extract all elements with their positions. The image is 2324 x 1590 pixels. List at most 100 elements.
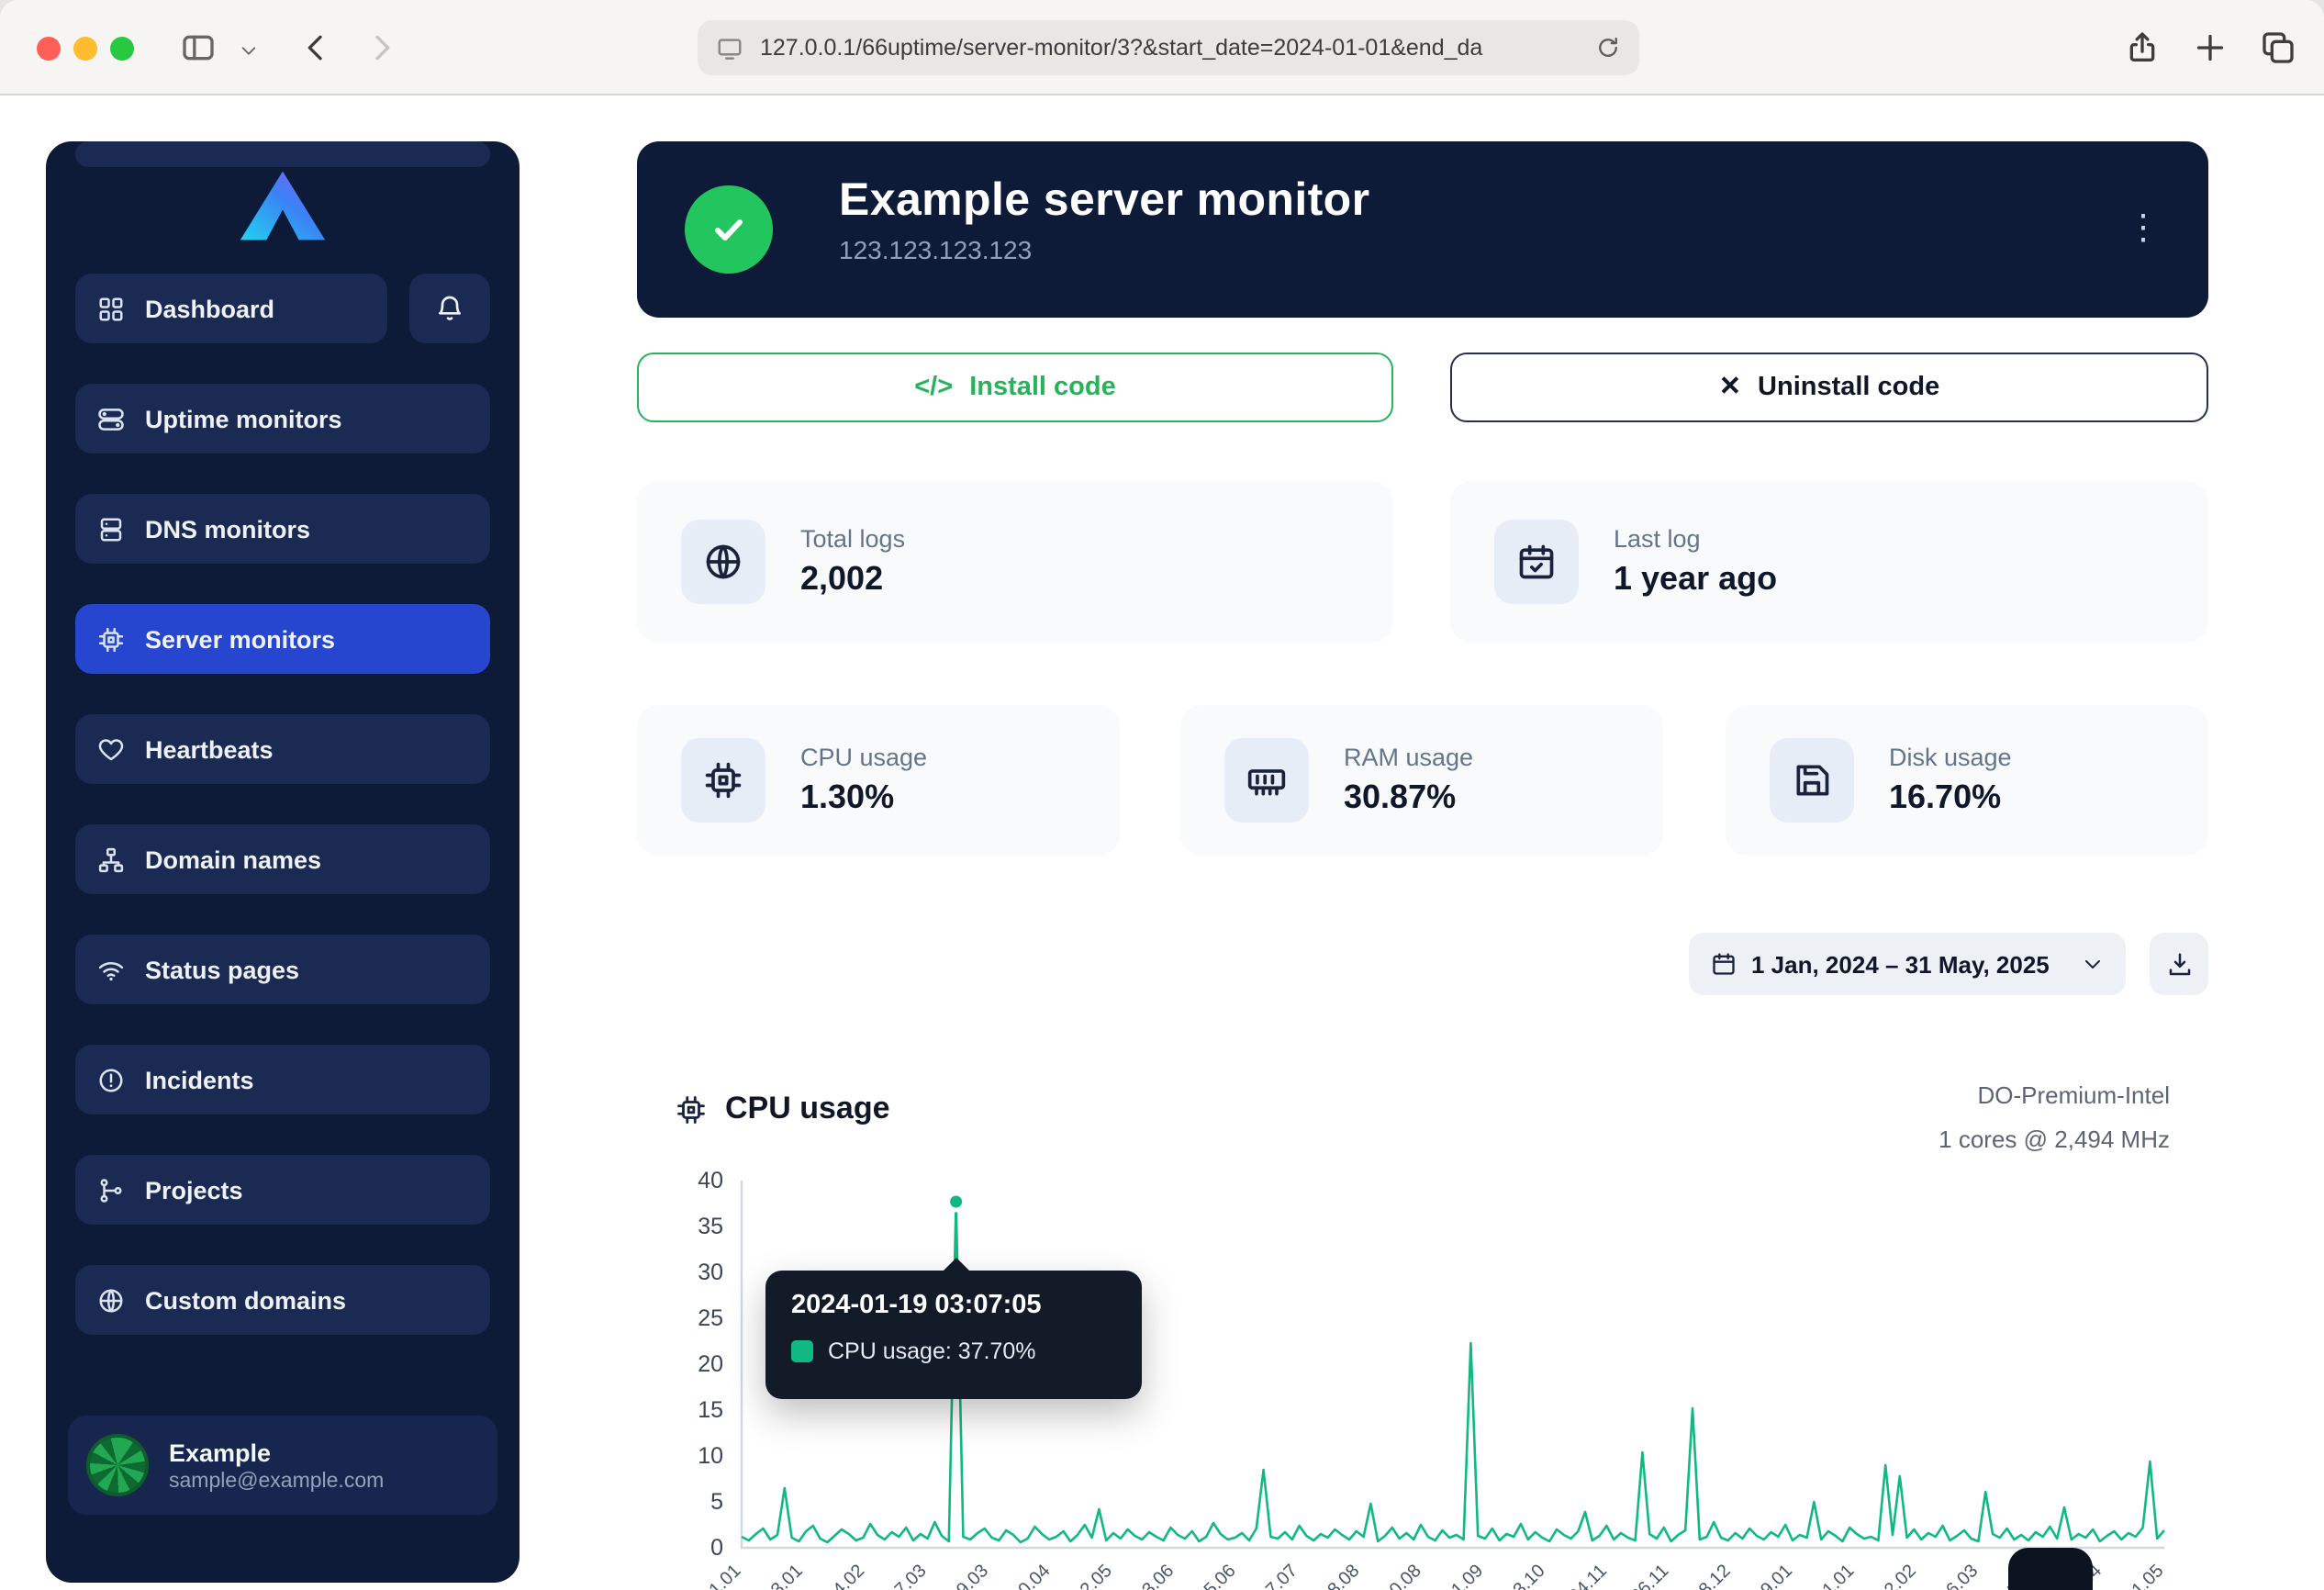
cpu-icon	[676, 1093, 707, 1125]
sidebar-toggle-icon[interactable]	[180, 29, 217, 66]
server-info: DO-Premium-Intel 1 cores @ 2,494 MHz	[1939, 1074, 2170, 1162]
chevron-down-icon[interactable]	[239, 40, 259, 61]
grid-icon	[97, 295, 125, 322]
sidebar-item-heartbeats[interactable]: Heartbeats	[75, 714, 490, 784]
minimize-window-button[interactable]	[73, 36, 97, 60]
sidebar-item-label: Heartbeats	[145, 735, 274, 763]
back-icon[interactable]	[297, 29, 334, 66]
cpu-icon	[681, 738, 765, 823]
stat-value: 1.30%	[800, 778, 927, 817]
install-code-button[interactable]: </> Install code	[637, 353, 1393, 422]
svg-text:22.02: 22.02	[1873, 1561, 1920, 1590]
date-range-label: 1 Jan, 2024 – 31 May, 2025	[1751, 950, 2050, 978]
sidebar-item-server-monitors[interactable]: Server monitors	[75, 604, 490, 674]
sidebar-item-partial	[75, 141, 490, 167]
page-title: Example server monitor	[839, 174, 1370, 228]
kebab-menu-icon[interactable]: ⋮	[2118, 204, 2168, 253]
stat-value: 2,002	[800, 560, 905, 599]
user-card[interactable]: Example sample@example.com	[68, 1416, 497, 1515]
sidebar-item-label: Dashboard	[145, 295, 274, 322]
heart-icon	[97, 735, 125, 763]
svg-text:25: 25	[698, 1305, 723, 1331]
sidebar-item-projects[interactable]: Projects	[75, 1155, 490, 1225]
svg-text:23.01: 23.01	[760, 1561, 807, 1590]
disk-usage-card: Disk usage 16.70%	[1726, 705, 2208, 856]
sidebar-item-label: Uptime monitors	[145, 405, 342, 432]
svg-text:35: 35	[698, 1214, 723, 1239]
globe-icon	[97, 1286, 125, 1314]
browser-chrome: 127.0.0.1/66uptime/server-monitor/3?&sta…	[0, 0, 2324, 95]
download-icon	[2165, 950, 2193, 978]
sitemap-icon	[97, 845, 125, 873]
server-name: DO-Premium-Intel	[1939, 1074, 2170, 1118]
sidebar-item-dns-monitors[interactable]: DNS monitors	[75, 494, 490, 564]
svg-text:31.01: 31.01	[1812, 1561, 1859, 1590]
notifications-button[interactable]	[409, 274, 490, 343]
tooltip-value: CPU usage: 37.70%	[828, 1338, 1036, 1364]
wifi-icon	[97, 956, 125, 983]
sidebar-item-label: Domain names	[145, 845, 321, 873]
stat-label: Disk usage	[1889, 744, 2012, 771]
calendar-check-icon	[1494, 520, 1579, 604]
last-log-card: Last log 1 year ago	[1450, 481, 2208, 643]
chart-tooltip: 2024-01-19 03:07:05 CPU usage: 37.70%	[765, 1271, 1142, 1399]
reload-icon[interactable]	[1595, 35, 1621, 61]
floating-action-button[interactable]	[2008, 1548, 2093, 1590]
server-cpu-spec: 1 cores @ 2,494 MHz	[1939, 1118, 2170, 1162]
forward-icon[interactable]	[363, 29, 400, 66]
svg-text:10: 10	[698, 1443, 723, 1469]
svg-text:04.11: 04.11	[1565, 1561, 1611, 1590]
dashboard-row: Dashboard	[75, 274, 490, 343]
svg-text:08.08: 08.08	[1316, 1561, 1363, 1590]
sidebar-item-label: Incidents	[145, 1066, 254, 1093]
svg-text:20.04: 20.04	[1008, 1561, 1055, 1590]
svg-text:18.12: 18.12	[1688, 1561, 1735, 1590]
svg-text:25.06: 25.06	[1193, 1561, 1240, 1590]
tab-overview-icon[interactable]	[2260, 29, 2296, 66]
toggles-icon	[97, 405, 125, 432]
svg-text:03.06: 03.06	[1131, 1561, 1178, 1590]
user-name: Example	[169, 1439, 384, 1466]
stat-value: 1 year ago	[1614, 560, 1777, 599]
share-icon[interactable]	[2124, 29, 2161, 66]
download-report-button[interactable]	[2150, 933, 2208, 995]
uninstall-code-button[interactable]: ✕ Uninstall code	[1450, 353, 2208, 422]
svg-text:20: 20	[698, 1351, 723, 1377]
app-logo	[233, 165, 332, 246]
sidebar-item-custom-domains[interactable]: Custom domains	[75, 1265, 490, 1335]
sidebar-item-incidents[interactable]: Incidents	[75, 1045, 490, 1114]
sidebar-item-uptime-monitors[interactable]: Uptime monitors	[75, 384, 490, 453]
sidebar-item-label: Projects	[145, 1176, 243, 1204]
calendar-icon	[1711, 951, 1737, 977]
sidebar-item-status-pages[interactable]: Status pages	[75, 935, 490, 1004]
stat-label: Total logs	[800, 525, 905, 553]
sidebar: Dashboard Uptime monitors DNS monitors Ser…	[46, 141, 520, 1583]
svg-text:15: 15	[698, 1397, 723, 1423]
series-color-swatch	[791, 1340, 813, 1362]
chart-title: CPU usage	[676, 1091, 890, 1127]
svg-text:30.08: 30.08	[1379, 1561, 1425, 1590]
date-range-picker[interactable]: 1 Jan, 2024 – 31 May, 2025	[1689, 933, 2126, 995]
sidebar-menu: Dashboard Uptime monitors DNS monitors Ser…	[46, 274, 520, 1335]
sidebar-item-label: Server monitors	[145, 625, 335, 653]
url-text[interactable]: 127.0.0.1/66uptime/server-monitor/3?&sta…	[760, 35, 1581, 61]
total-logs-card: Total logs 2,002	[637, 481, 1393, 643]
cpu-icon	[97, 625, 125, 653]
sidebar-item-label: Status pages	[145, 956, 299, 983]
svg-text:0: 0	[710, 1535, 723, 1561]
bell-icon	[435, 294, 464, 323]
sidebar-item-dashboard[interactable]: Dashboard	[75, 274, 387, 343]
address-bar[interactable]: 127.0.0.1/66uptime/server-monitor/3?&sta…	[698, 20, 1639, 75]
svg-text:07.03: 07.03	[884, 1561, 931, 1590]
close-window-button[interactable]	[37, 36, 61, 60]
stat-label: CPU usage	[800, 744, 927, 771]
cpu-usage-card: CPU usage 1.30%	[637, 705, 1120, 856]
stat-label: RAM usage	[1344, 744, 1473, 771]
new-tab-icon[interactable]	[2192, 29, 2229, 66]
svg-text:21.05: 21.05	[2121, 1561, 2168, 1590]
zoom-window-button[interactable]	[110, 36, 134, 60]
branch-icon	[97, 1176, 125, 1204]
stat-value: 16.70%	[1889, 778, 2012, 817]
svg-text:21.09: 21.09	[1440, 1561, 1487, 1590]
sidebar-item-domain-names[interactable]: Domain names	[75, 824, 490, 894]
